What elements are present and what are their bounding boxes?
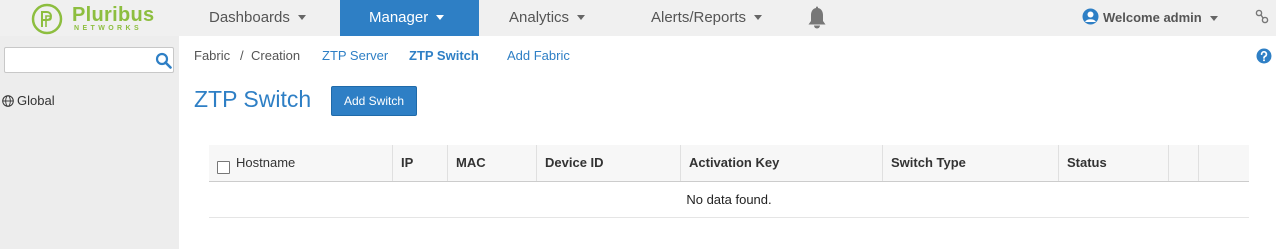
logo-icon [31, 3, 63, 35]
breadcrumb-creation: Creation [251, 48, 301, 63]
column-switch-type[interactable]: Switch Type [882, 145, 1058, 181]
breadcrumb-add-fabric[interactable]: Add Fabric [507, 48, 570, 63]
nav-alerts-reports-label: Alerts/Reports [651, 9, 747, 26]
column-device-id[interactable]: Device ID [536, 145, 680, 181]
column-switch-type-label: Switch Type [891, 155, 966, 170]
chevron-down-icon [577, 14, 586, 20]
brand-name: Pluribus [72, 4, 155, 26]
help-icon[interactable] [1256, 48, 1272, 64]
breadcrumb-ztp-server[interactable]: ZTP Server [322, 48, 388, 63]
nav-alerts-reports[interactable]: Alerts/Reports [651, 0, 763, 36]
nav-dashboards-label: Dashboards [209, 9, 290, 26]
nav-analytics-label: Analytics [509, 9, 570, 26]
column-extra-2 [1198, 145, 1249, 181]
column-activation-key[interactable]: Activation Key [680, 145, 882, 181]
column-status-label: Status [1067, 155, 1107, 170]
nav-analytics[interactable]: Analytics [509, 0, 586, 36]
column-mac[interactable]: MAC [447, 145, 536, 181]
brand-subtitle: NETWORKS [74, 25, 143, 32]
nav-manager[interactable]: Manager [340, 0, 479, 36]
nav-manager-label: Manager [369, 9, 429, 26]
chevron-down-icon [297, 14, 306, 20]
nav-dashboards[interactable]: Dashboards [209, 0, 306, 36]
column-mac-label: MAC [456, 155, 486, 170]
user-icon [1082, 8, 1099, 25]
user-welcome-label: Welcome admin [1103, 10, 1202, 25]
empty-table-message: No data found. [209, 182, 1249, 218]
breadcrumb-separator: / [240, 48, 244, 63]
globe-icon [2, 94, 14, 107]
settings-icon[interactable] [1255, 9, 1269, 25]
column-device-id-label: Device ID [545, 155, 604, 170]
tree-item-global[interactable]: Global [2, 93, 55, 108]
ztp-switch-table: Hostname IP MAC Device ID Activation Key… [209, 145, 1249, 218]
column-hostname-label: Hostname [236, 155, 296, 170]
chevron-down-icon [436, 14, 445, 20]
table-header: Hostname IP MAC Device ID Activation Key… [209, 145, 1249, 182]
chevron-down-icon [754, 14, 763, 20]
search-icon[interactable] [155, 52, 172, 69]
tree-item-global-label: Global [17, 93, 55, 108]
column-ip-label: IP [401, 155, 414, 170]
chevron-down-icon [1209, 16, 1218, 22]
breadcrumb-fabric: Fabric [194, 48, 231, 63]
top-navbar: Pluribus NETWORKS Dashboards Manager Ana… [0, 0, 1276, 36]
search-input[interactable] [9, 51, 149, 69]
column-status[interactable]: Status [1058, 145, 1168, 181]
select-all-checkbox[interactable] [217, 161, 230, 175]
column-ip[interactable]: IP [392, 145, 447, 181]
column-hostname[interactable]: Hostname [209, 145, 392, 181]
add-switch-button[interactable]: Add Switch [331, 86, 417, 116]
page-title: ZTP Switch [194, 86, 312, 112]
column-extra-1 [1168, 145, 1198, 181]
bell-icon[interactable] [806, 6, 828, 30]
user-menu[interactable]: Welcome admin [1082, 0, 1218, 36]
column-activation-key-label: Activation Key [689, 155, 780, 170]
pluribus-logo[interactable]: Pluribus NETWORKS [30, 2, 180, 35]
sidebar: Global [0, 36, 179, 249]
sidebar-search[interactable] [4, 47, 174, 73]
breadcrumb-ztp-switch[interactable]: ZTP Switch [409, 48, 479, 63]
